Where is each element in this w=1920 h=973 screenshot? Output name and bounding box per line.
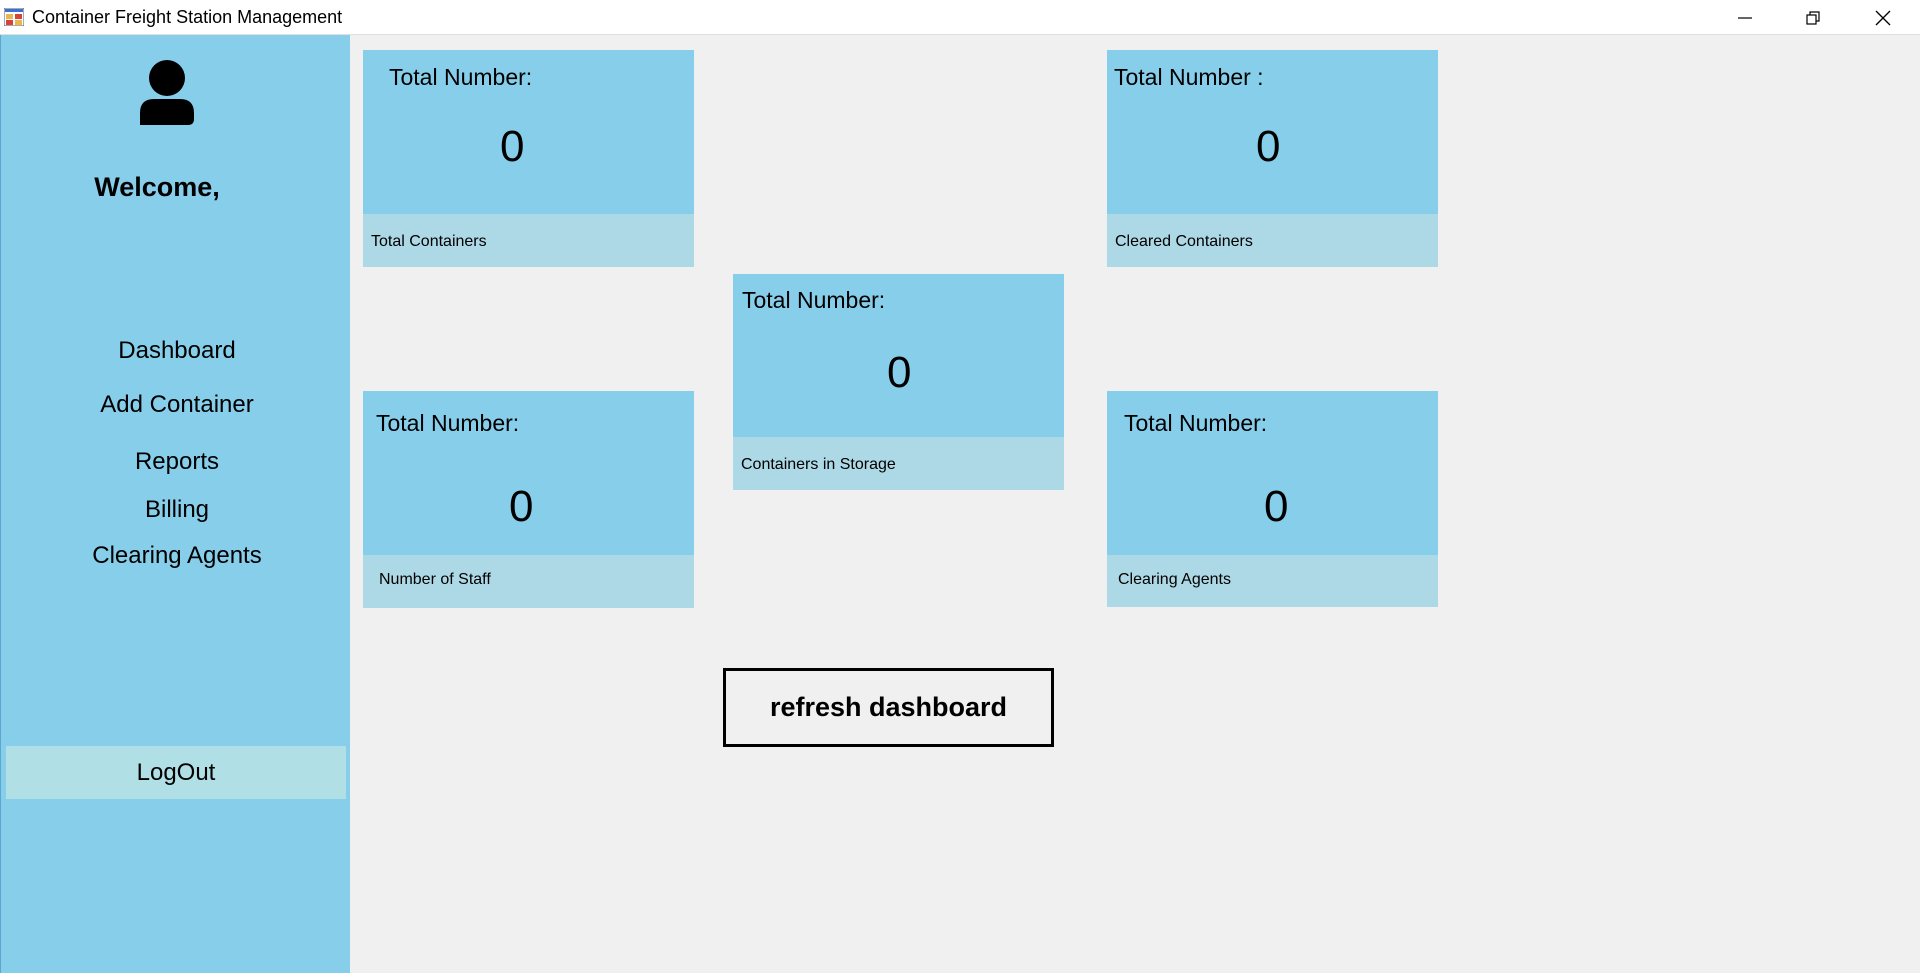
card-caption: Cleared Containers bbox=[1115, 233, 1253, 250]
card-footer: Total Containers bbox=[363, 214, 694, 267]
card-value: 0 bbox=[1264, 482, 1289, 531]
number-of-staff-card: Total Number: 0 Number of Staff bbox=[363, 391, 694, 608]
logout-button[interactable]: LogOut bbox=[6, 746, 346, 799]
card-header: Total Number : bbox=[1114, 64, 1264, 90]
card-value: 0 bbox=[500, 122, 525, 171]
close-button[interactable] bbox=[1848, 0, 1918, 35]
restore-button[interactable] bbox=[1778, 0, 1848, 35]
clearing-agents-card: Total Number: 0 Clearing Agents bbox=[1107, 391, 1438, 607]
card-header: Total Number: bbox=[389, 64, 533, 90]
card-header: Total Number: bbox=[742, 287, 886, 313]
card-caption: Clearing Agents bbox=[1118, 571, 1231, 588]
refresh-dashboard-button[interactable]: refresh dashboard bbox=[723, 668, 1054, 747]
restore-icon bbox=[1806, 10, 1820, 25]
welcome-text: Welcome, bbox=[94, 172, 220, 202]
card-value: 0 bbox=[509, 482, 534, 531]
card-caption: Number of Staff bbox=[379, 571, 491, 588]
sidebar: Welcome, Dashboard Add Container Reports… bbox=[0, 35, 350, 973]
card-header: Total Number: bbox=[376, 410, 520, 436]
nav-reports[interactable]: Reports bbox=[1, 448, 353, 476]
nav-billing[interactable]: Billing bbox=[1, 496, 353, 524]
card-value: 0 bbox=[1256, 122, 1281, 171]
card-value: 0 bbox=[887, 348, 912, 397]
app-icon bbox=[4, 8, 24, 26]
nav-add-container[interactable]: Add Container bbox=[1, 391, 353, 419]
nav-clearing-agents[interactable]: Clearing Agents bbox=[1, 542, 353, 570]
title-bar: Container Freight Station Management bbox=[0, 0, 1920, 35]
card-footer: Cleared Containers bbox=[1107, 214, 1438, 267]
card-caption: Total Containers bbox=[371, 233, 487, 250]
minimize-icon bbox=[1738, 16, 1752, 19]
user-icon bbox=[140, 60, 194, 125]
nav-dashboard[interactable]: Dashboard bbox=[1, 337, 353, 365]
total-containers-card: Total Number: 0 Total Containers bbox=[363, 50, 694, 267]
window-title: Container Freight Station Management bbox=[32, 7, 343, 27]
card-header: Total Number: bbox=[1124, 410, 1268, 436]
cleared-containers-card: Total Number : 0 Cleared Containers bbox=[1107, 50, 1438, 267]
card-footer: Containers in Storage bbox=[733, 437, 1064, 490]
close-icon bbox=[1875, 10, 1891, 25]
containers-in-storage-card: Total Number: 0 Containers in Storage bbox=[733, 274, 1064, 490]
card-footer: Number of Staff bbox=[363, 555, 694, 608]
minimize-button[interactable] bbox=[1710, 0, 1780, 35]
card-caption: Containers in Storage bbox=[741, 456, 896, 473]
card-footer: Clearing Agents bbox=[1107, 555, 1438, 607]
